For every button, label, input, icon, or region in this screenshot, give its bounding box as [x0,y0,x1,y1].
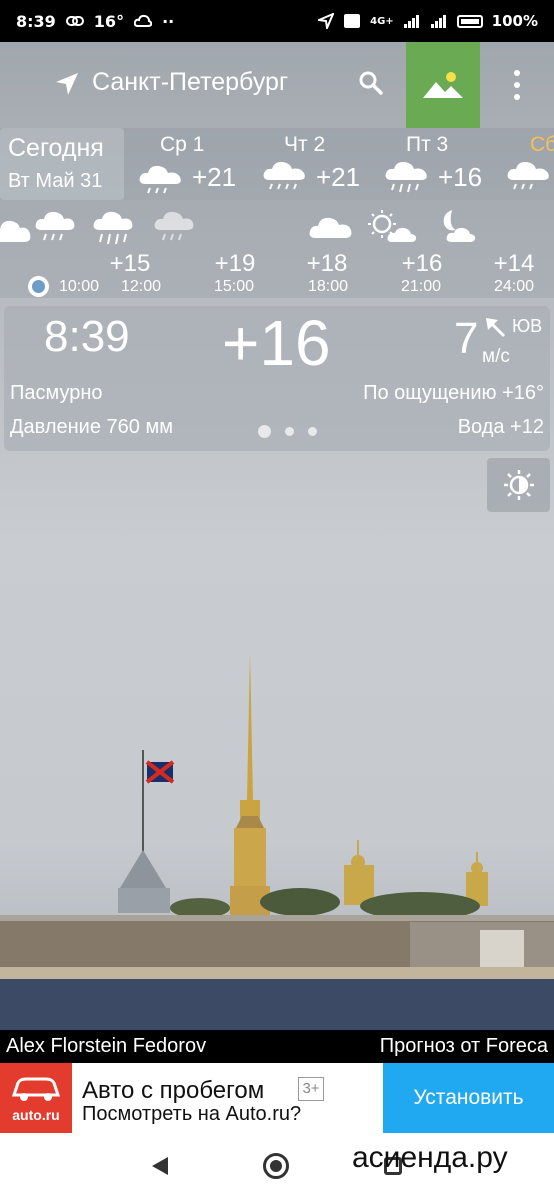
wind-direction-arrow-icon [486,318,506,338]
wind-speed: 7 [454,314,479,363]
hour-time: 12:00 [120,278,162,295]
wind-direction: ЮВ [512,316,543,336]
day-wed[interactable]: Ср 1 +21 [138,128,258,200]
landscape-icon [423,72,463,98]
hour-temp: +16 [401,250,443,277]
hour-time: 24:00 [493,278,535,295]
ad-title: Авто с пробегом [82,1077,265,1104]
cloud-icon [309,217,352,238]
photo-author[interactable]: Alex Florstein Fedorov [6,1035,206,1058]
wind-unit: м/с [482,346,510,367]
current-time: 8:39 [44,312,130,361]
today-label: Сегодня [8,134,104,162]
day-temp: +21 [192,162,237,192]
hour-temp: +14 [493,250,535,277]
hourly-forecast: +15 +19 +18 +16 +14 10:00 12:00 15:00 18… [0,200,554,298]
page-indicator [258,425,317,438]
link-icon [65,16,84,26]
rain-cloud-icon [385,162,427,193]
day-today[interactable]: Сегодня Вт Май 31 [0,128,124,200]
hour-time: 18:00 [307,278,349,295]
location-arrow-icon[interactable] [54,71,80,97]
feels-like: По ощущению +16° [363,382,544,404]
ad-logo: auto.ru [0,1063,72,1133]
rain-cloud-icon [139,165,181,194]
home-icon[interactable] [263,1153,289,1179]
hour-temp: +15 [109,250,151,277]
day-name: Сб [530,133,554,156]
current-condition: Пасмурно [10,382,103,404]
hour-temp: +19 [214,250,256,277]
water-temp: Вода +12 [457,416,544,438]
back-icon[interactable] [150,1155,170,1177]
cloud-status-icon [134,14,153,27]
hour-time: 21:00 [400,278,442,295]
network-type: 4G+ [370,15,394,27]
status-dots: ·· [162,11,175,31]
more-menu-icon[interactable] [510,70,524,100]
battery-icon [456,14,483,28]
current-conditions-card[interactable]: 8:39 +16 7 ЮВ м/с Пасмурно По ощущению +… [4,306,550,451]
day-fri[interactable]: Пт 3 +16 [384,128,504,200]
credits-bar: Alex Florstein Fedorov Прогноз от Foreca [0,1030,554,1063]
day-name: Пт 3 [406,133,449,156]
rain-cloud-icon [35,211,75,241]
car-icon [11,1077,61,1101]
city-name[interactable]: Санкт-Петербург [92,68,288,97]
day-name: Ср 1 [160,133,205,156]
volte-icon [344,14,361,28]
brightness-icon [503,470,534,500]
daily-forecast-strip: Сегодня Вт Май 31 Ср 1 +21 Чт 2 +21 Пт 3… [0,128,554,200]
day-sat[interactable]: Сб [506,128,554,200]
background-picture-button[interactable] [406,42,480,128]
ad-logo-text: auto.ru [12,1107,60,1123]
fortress-scene [0,652,554,1030]
day-thu[interactable]: Чт 2 +21 [262,128,382,200]
hour-temp: +18 [306,250,348,277]
status-temp: 16° [93,11,125,31]
age-rating-badge: 3+ [298,1077,324,1101]
day-temp: +16 [438,162,483,192]
rain-cloud-icon [263,162,305,190]
install-button[interactable]: Установить [383,1063,554,1133]
search-icon[interactable] [358,70,384,96]
today-date: Вт Май 31 [8,170,103,192]
battery-percent: 100% [491,12,538,30]
current-temp: +16 [222,307,331,379]
status-bar: 8:39 16° ·· 4G+ 100% [0,0,554,42]
forecast-source[interactable]: Прогноз от Foreca [380,1035,548,1058]
signal-icon-2 [430,15,446,28]
location-status-icon [318,13,335,29]
pressure: Давление 760 мм [10,416,173,438]
day-temp: +21 [316,162,361,192]
hour-time: 15:00 [213,278,255,295]
system-nav-bar: асиенда.ру [0,1133,554,1200]
theme-toggle-button[interactable] [487,458,550,512]
watermark: асиенда.ру [352,1141,508,1174]
day-name: Чт 2 [284,133,326,156]
ad-banner[interactable]: auto.ru Авто с пробегом 3+ Посмотреть на… [0,1063,554,1133]
heavy-rain-cloud-icon [93,211,133,245]
ad-subtitle: Посмотреть на Auto.ru? [82,1103,302,1125]
sun-cloud-icon [368,210,417,242]
signal-icon [403,15,419,28]
moon-cloud-icon [443,210,476,242]
app-toolbar: Санкт-Петербург [0,42,554,128]
rain-cloud-icon [507,162,549,190]
rain-cloud-icon [154,211,194,241]
cloud-icon [0,220,31,242]
status-time: 8:39 [16,11,56,31]
